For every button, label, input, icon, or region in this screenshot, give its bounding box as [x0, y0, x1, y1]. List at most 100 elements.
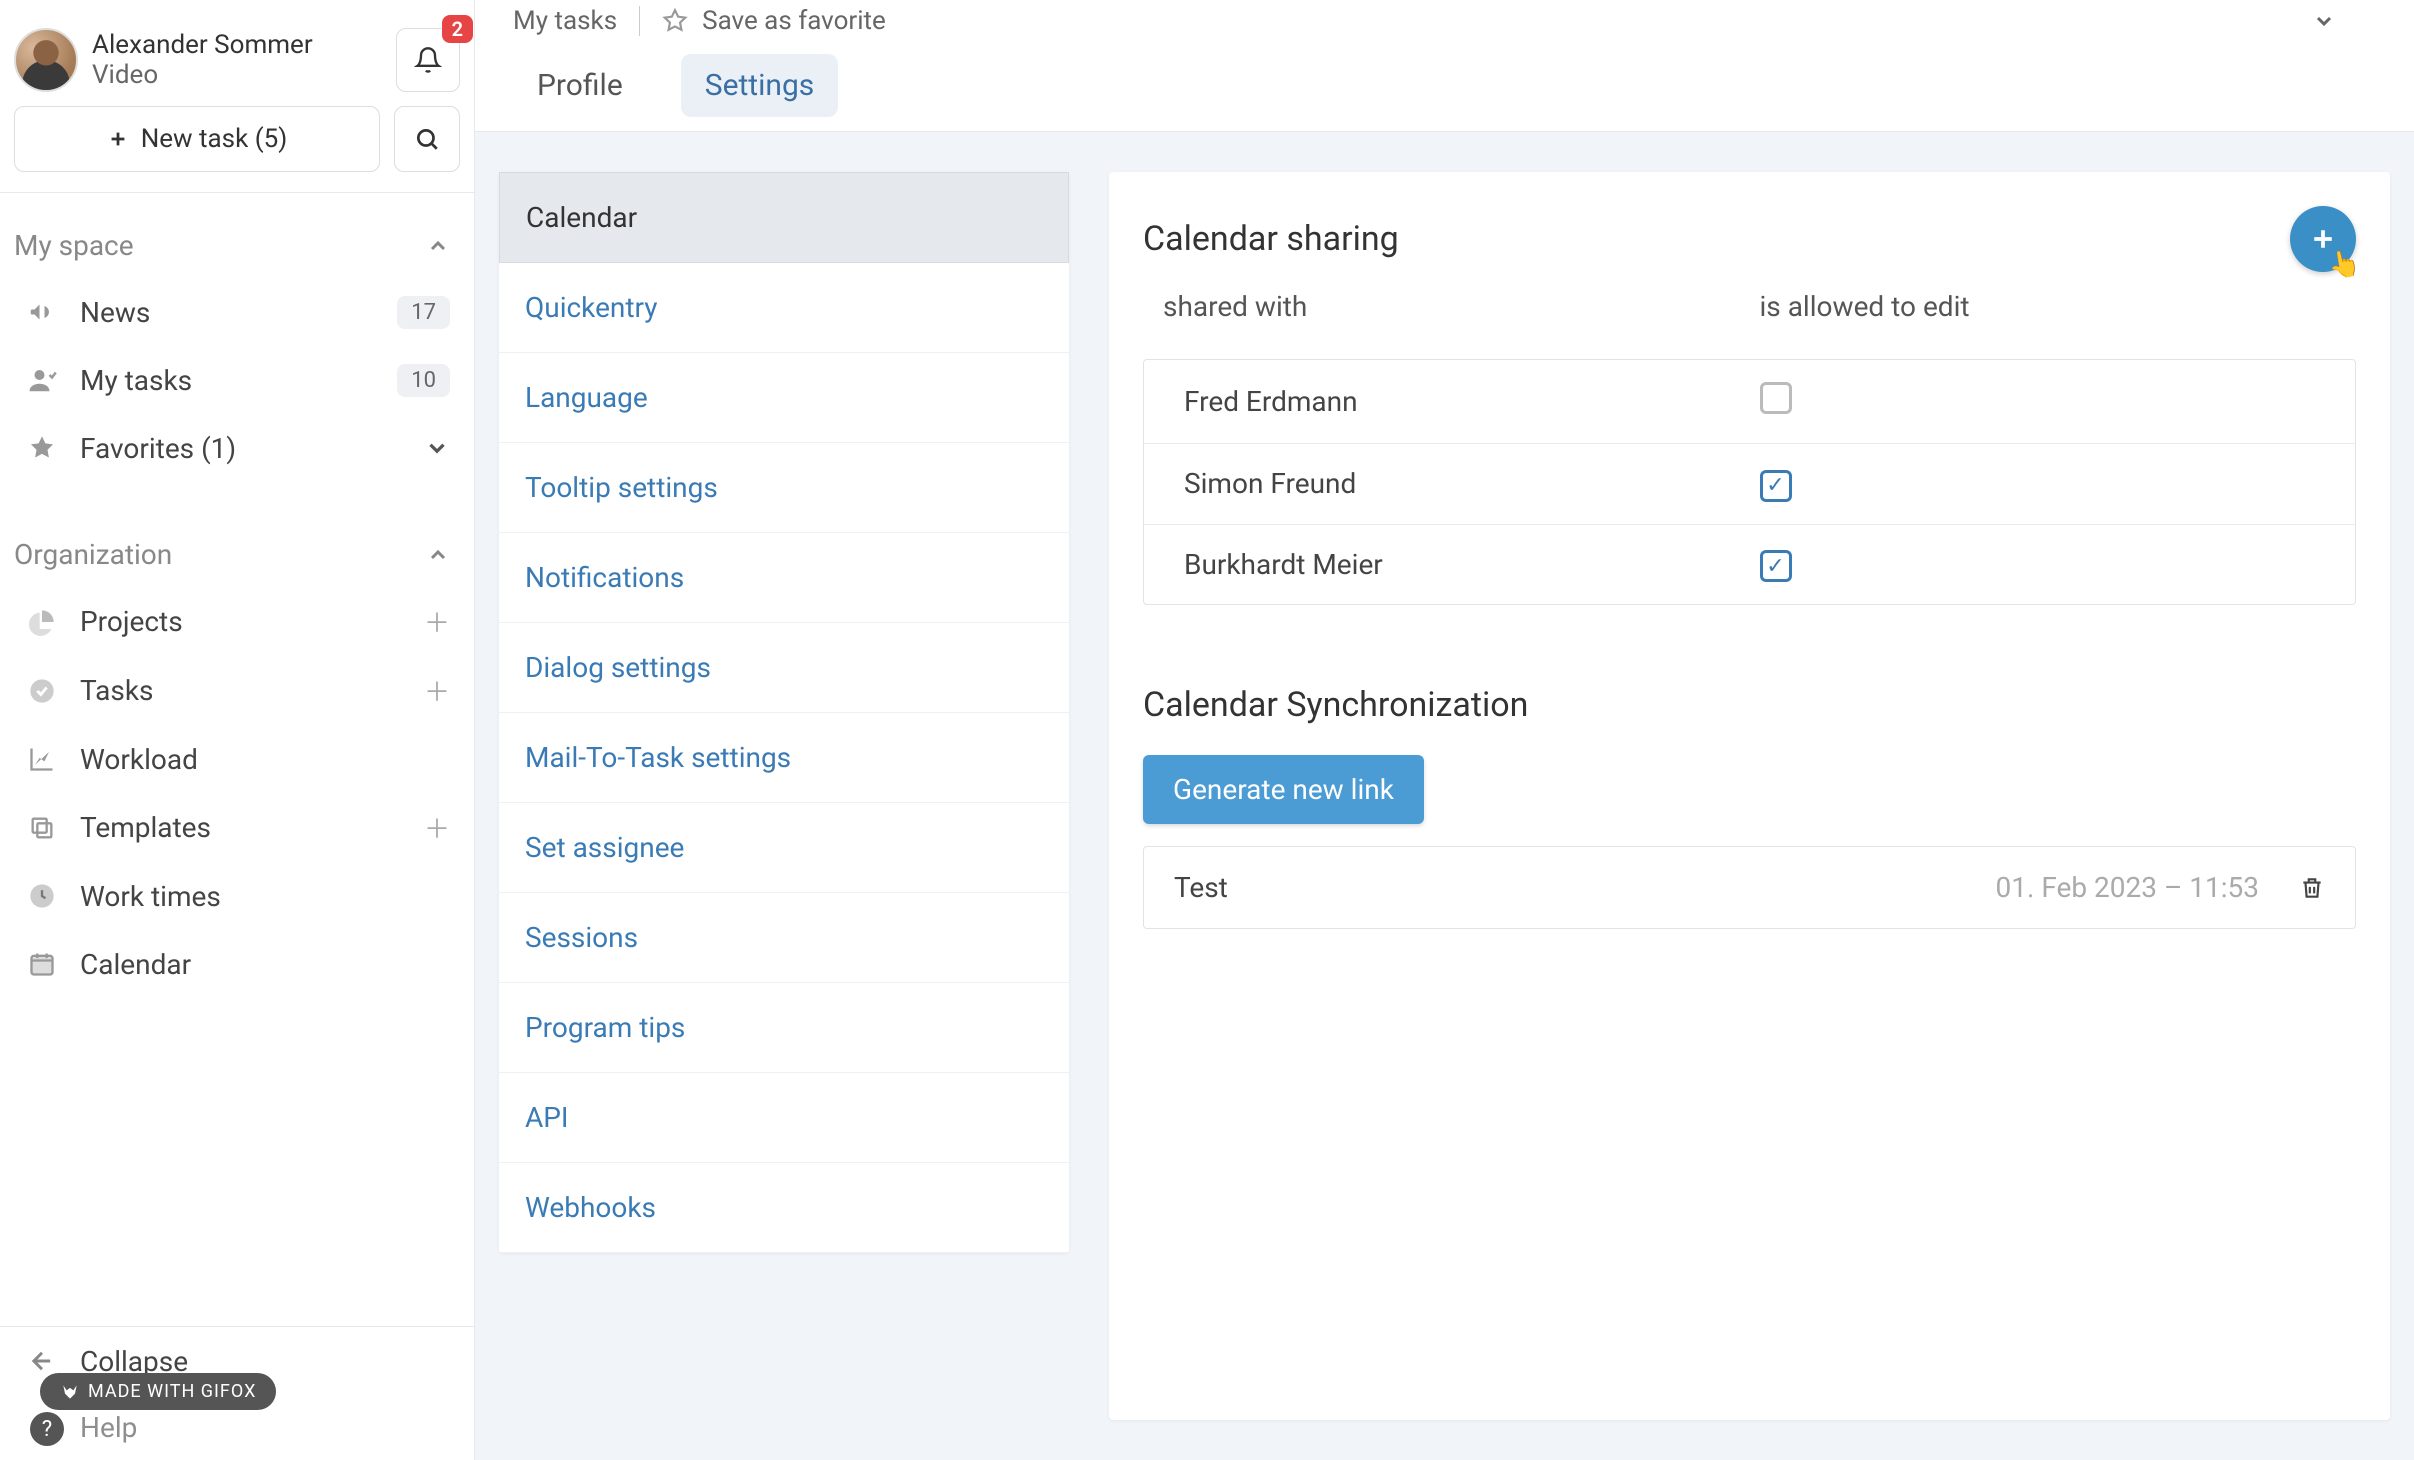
sidebar-item-templates[interactable]: Templates ＋ — [0, 793, 474, 862]
notifications-button[interactable]: 2 — [396, 28, 460, 92]
megaphone-icon — [24, 294, 60, 330]
main: My tasks Save as favorite Profile Settin… — [475, 0, 2414, 1460]
plus-icon[interactable]: ＋ — [424, 672, 450, 709]
calendar-icon — [24, 946, 60, 982]
nav-label: Work times — [80, 880, 450, 913]
sharing-title: Calendar sharing — [1143, 219, 1399, 259]
plus-icon — [2308, 224, 2338, 254]
settings-nav-calendar[interactable]: Calendar — [499, 172, 1069, 263]
section-org-title: Organization — [14, 538, 172, 571]
check-circle-icon — [24, 673, 60, 709]
nav-label: Templates — [80, 811, 404, 844]
user-icon — [24, 362, 60, 398]
sidebar-item-news[interactable]: News 17 — [0, 278, 474, 346]
star-icon — [24, 430, 60, 466]
plus-icon — [107, 128, 129, 150]
share-row: Simon Freund ✓ — [1144, 443, 2355, 524]
user-info: Alexander Sommer Video — [92, 30, 382, 90]
col-shared-with: shared with — [1163, 290, 1740, 323]
trash-icon[interactable] — [2299, 875, 2325, 901]
col-allowed-edit: is allowed to edit — [1760, 290, 2337, 323]
settings-nav-mail-to-task-settings[interactable]: Mail-To-Task settings — [499, 713, 1069, 803]
new-task-button[interactable]: New task (5) — [14, 106, 380, 172]
settings-nav: CalendarQuickentryLanguageTooltip settin… — [499, 172, 1069, 1253]
sync-title: Calendar Synchronization — [1143, 685, 2356, 725]
top-bar: My tasks Save as favorite Profile Settin… — [475, 0, 2414, 132]
edit-checkbox[interactable]: ✓ — [1760, 470, 1792, 502]
clock-icon — [24, 878, 60, 914]
settings-nav-language[interactable]: Language — [499, 353, 1069, 443]
share-row: Burkhardt Meier ✓ — [1144, 524, 2355, 605]
user-name: Alexander Sommer — [92, 30, 382, 60]
new-task-label: New task (5) — [141, 124, 288, 154]
piechart-icon — [24, 604, 60, 640]
settings-nav-dialog-settings[interactable]: Dialog settings — [499, 623, 1069, 713]
tab-profile[interactable]: Profile — [513, 54, 647, 117]
sync-row: Test 01. Feb 2023 – 11:53 — [1144, 847, 2355, 928]
sync-list: Test 01. Feb 2023 – 11:53 — [1143, 846, 2356, 929]
breadcrumb-root[interactable]: My tasks — [513, 6, 617, 36]
gifox-badge: MADE WITH GIFOX — [40, 1373, 276, 1410]
save-favorite-button[interactable]: Save as favorite — [662, 6, 2290, 36]
sync-time: 01. Feb 2023 – 11:53 — [1996, 871, 2259, 904]
share-name: Burkhardt Meier — [1184, 548, 1740, 581]
edit-checkbox[interactable]: ✓ — [1760, 550, 1792, 582]
edit-checkbox[interactable] — [1760, 382, 1792, 414]
section-myspace-header[interactable]: My space — [0, 213, 474, 278]
sidebar-item-mytasks[interactable]: My tasks 10 — [0, 346, 474, 414]
settings-nav-webhooks[interactable]: Webhooks — [499, 1163, 1069, 1253]
sidebar-item-favorites[interactable]: Favorites (1) — [0, 414, 474, 482]
notifications-badge: 2 — [442, 15, 473, 43]
share-name: Simon Freund — [1184, 467, 1740, 500]
settings-nav-tooltip-settings[interactable]: Tooltip settings — [499, 443, 1069, 533]
user-subtitle: Video — [92, 60, 382, 90]
settings-nav-program-tips[interactable]: Program tips — [499, 983, 1069, 1073]
plus-icon[interactable]: ＋ — [424, 809, 450, 846]
section-org-header[interactable]: Organization — [0, 522, 474, 587]
nav-label: News — [80, 296, 377, 329]
chevron-up-icon — [426, 543, 450, 567]
copy-icon — [24, 810, 60, 846]
star-outline-icon — [662, 8, 688, 34]
sidebar-item-tasks[interactable]: Tasks ＋ — [0, 656, 474, 725]
settings-nav-notifications[interactable]: Notifications — [499, 533, 1069, 623]
settings-nav-set-assignee[interactable]: Set assignee — [499, 803, 1069, 893]
search-icon — [414, 126, 440, 152]
generate-link-button[interactable]: Generate new link — [1143, 755, 1424, 824]
gifox-label: MADE WITH GIFOX — [88, 1381, 256, 1402]
nav-label: Tasks — [80, 674, 404, 707]
share-name: Fred Erdmann — [1184, 385, 1740, 418]
nav-label: My tasks — [80, 364, 377, 397]
nav-label: Calendar — [80, 948, 450, 981]
bell-icon — [414, 46, 442, 74]
sidebar-item-projects[interactable]: Projects ＋ — [0, 587, 474, 656]
sharing-table: Fred ErdmannSimon Freund✓Burkhardt Meier… — [1143, 359, 2356, 605]
sidebar-item-worktimes[interactable]: Work times — [0, 862, 474, 930]
settings-nav-api[interactable]: API — [499, 1073, 1069, 1163]
plus-icon[interactable]: ＋ — [424, 603, 450, 640]
sidebar-item-calendar[interactable]: Calendar — [0, 930, 474, 998]
settings-panel: Calendar sharing 👆 shared with is allowe… — [1109, 172, 2390, 1420]
search-button[interactable] — [394, 106, 460, 172]
chevron-up-icon — [426, 234, 450, 258]
fox-icon — [60, 1382, 80, 1402]
settings-nav-sessions[interactable]: Sessions — [499, 893, 1069, 983]
nav-badge: 17 — [397, 296, 450, 329]
tab-settings[interactable]: Settings — [681, 54, 839, 117]
chevron-down-icon — [424, 435, 450, 461]
sync-name: Test — [1174, 871, 1228, 904]
sidebar: Alexander Sommer Video 2 New task (5) My… — [0, 0, 475, 1460]
add-sharing-button[interactable]: 👆 — [2290, 206, 2356, 272]
chevron-down-icon[interactable] — [2312, 9, 2336, 33]
help-icon[interactable]: ? — [30, 1412, 64, 1446]
avatar[interactable] — [14, 28, 78, 92]
settings-nav-quickentry[interactable]: Quickentry — [499, 263, 1069, 353]
save-favorite-label: Save as favorite — [702, 6, 886, 36]
nav-label: Workload — [80, 743, 450, 776]
separator — [639, 6, 640, 36]
nav-label: Favorites (1) — [80, 432, 404, 465]
nav-label: Projects — [80, 605, 404, 638]
section-myspace-title: My space — [14, 229, 134, 262]
sidebar-item-workload[interactable]: Workload — [0, 725, 474, 793]
nav-badge: 10 — [397, 364, 450, 397]
